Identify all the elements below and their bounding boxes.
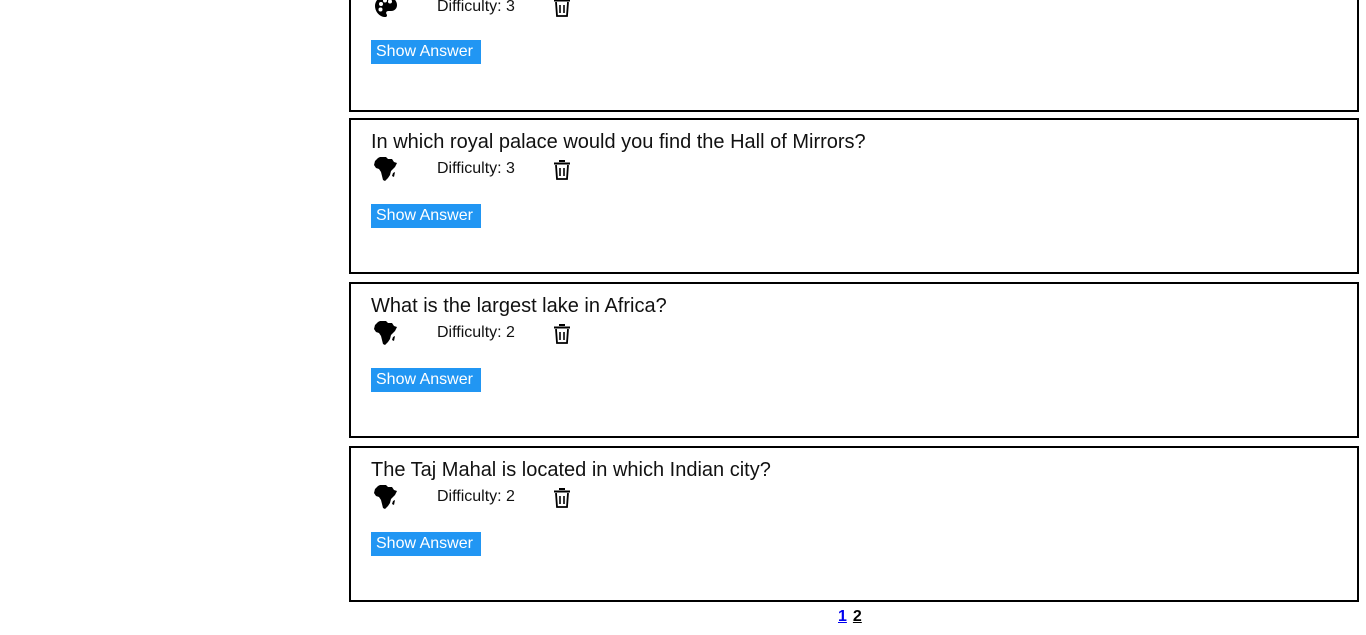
show-answer-button[interactable]: Show Answer bbox=[371, 368, 481, 392]
page-link-2[interactable]: 2 bbox=[853, 608, 862, 625]
question-text: In which royal palace would you find the… bbox=[371, 131, 866, 153]
question-text: What is the largest lake in Africa? bbox=[371, 295, 667, 317]
show-answer-button[interactable]: Show Answer bbox=[371, 532, 481, 556]
question-card: What is the largest lake in Africa? Diff… bbox=[349, 282, 1359, 438]
africa-map-icon bbox=[373, 484, 399, 510]
page-link-1[interactable]: 1 bbox=[838, 608, 847, 625]
difficulty-label: Difficulty: 3 bbox=[437, 0, 515, 15]
show-answer-button[interactable]: Show Answer bbox=[371, 204, 481, 228]
question-card: Difficulty: 3 Show Answer bbox=[349, 0, 1359, 112]
question-card: In which royal palace would you find the… bbox=[349, 118, 1359, 274]
trash-icon[interactable] bbox=[553, 324, 571, 344]
difficulty-label: Difficulty: 2 bbox=[437, 488, 515, 505]
africa-map-icon bbox=[373, 156, 399, 182]
difficulty-label: Difficulty: 2 bbox=[437, 324, 515, 341]
trash-icon[interactable] bbox=[553, 488, 571, 508]
show-answer-button[interactable]: Show Answer bbox=[371, 40, 481, 64]
palette-icon bbox=[373, 0, 399, 20]
pagination: 12 bbox=[838, 608, 868, 626]
question-text: The Taj Mahal is located in which Indian… bbox=[371, 459, 771, 481]
difficulty-label: Difficulty: 3 bbox=[437, 160, 515, 177]
question-list-page: Difficulty: 3 Show Answer In which royal… bbox=[0, 0, 1366, 635]
trash-icon[interactable] bbox=[553, 0, 571, 17]
africa-map-icon bbox=[373, 320, 399, 346]
trash-icon[interactable] bbox=[553, 160, 571, 180]
question-card: The Taj Mahal is located in which Indian… bbox=[349, 446, 1359, 602]
